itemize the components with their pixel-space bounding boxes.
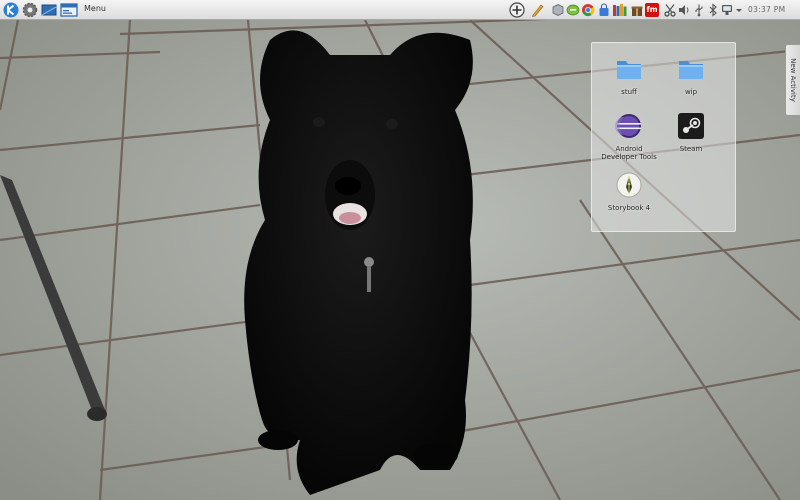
bag-icon[interactable] xyxy=(597,3,611,17)
desktop-icon[interactable] xyxy=(41,2,57,18)
storybook-icon xyxy=(616,172,642,198)
bluetooth-icon[interactable] xyxy=(706,3,720,17)
gift-icon[interactable] xyxy=(630,3,644,17)
kde-k-logo-icon[interactable] xyxy=(3,2,19,18)
gear-icon[interactable] xyxy=(22,2,38,18)
top-panel: Menu fm 03:37 PM xyxy=(0,0,800,20)
folder-icon xyxy=(617,61,641,79)
new-activity-label: New Activity xyxy=(789,58,797,102)
lastfm-icon[interactable]: fm xyxy=(645,3,659,17)
chrome-icon[interactable] xyxy=(581,3,595,17)
menu-button[interactable]: Menu xyxy=(84,4,106,13)
chat-icon[interactable] xyxy=(566,3,580,17)
cube-icon[interactable] xyxy=(551,3,565,17)
add-widget-icon[interactable] xyxy=(509,2,525,18)
desktop-item-label: wip xyxy=(684,88,698,96)
desktop-item-label: Steam xyxy=(679,145,703,153)
desktop-item-storybook-4[interactable]: Storybook 4 xyxy=(599,172,659,212)
usb-icon[interactable] xyxy=(692,3,706,17)
pencil-icon[interactable] xyxy=(530,3,544,17)
desktop-item-label: Storybook 4 xyxy=(607,204,651,212)
steam-icon xyxy=(678,113,704,139)
window-icon[interactable] xyxy=(60,2,78,18)
dog-photo xyxy=(244,30,473,496)
folder-icon xyxy=(679,61,703,79)
desktop-item-android-developer-tools[interactable]: Android Developer Tools xyxy=(599,113,659,161)
books-icon[interactable] xyxy=(612,3,628,17)
desktop-item-label: stuff xyxy=(621,88,637,96)
clock[interactable]: 03:37 PM xyxy=(748,5,785,14)
folder-view-widget[interactable]: stuff wip Android Developer Tools Steam xyxy=(591,42,736,232)
desktop-item-label: Android Developer Tools xyxy=(601,145,657,161)
desktop-item-steam[interactable]: Steam xyxy=(661,113,721,153)
chevron-down-icon[interactable] xyxy=(735,3,743,17)
new-activity-tab[interactable]: New Activity xyxy=(785,44,800,116)
network-icon[interactable] xyxy=(720,3,734,17)
eclipse-icon xyxy=(615,114,641,138)
volume-icon[interactable] xyxy=(677,3,691,17)
scissors-icon[interactable] xyxy=(663,3,677,17)
desktop-item-wip[interactable]: wip xyxy=(661,56,721,96)
desktop-item-stuff[interactable]: stuff xyxy=(599,56,659,96)
